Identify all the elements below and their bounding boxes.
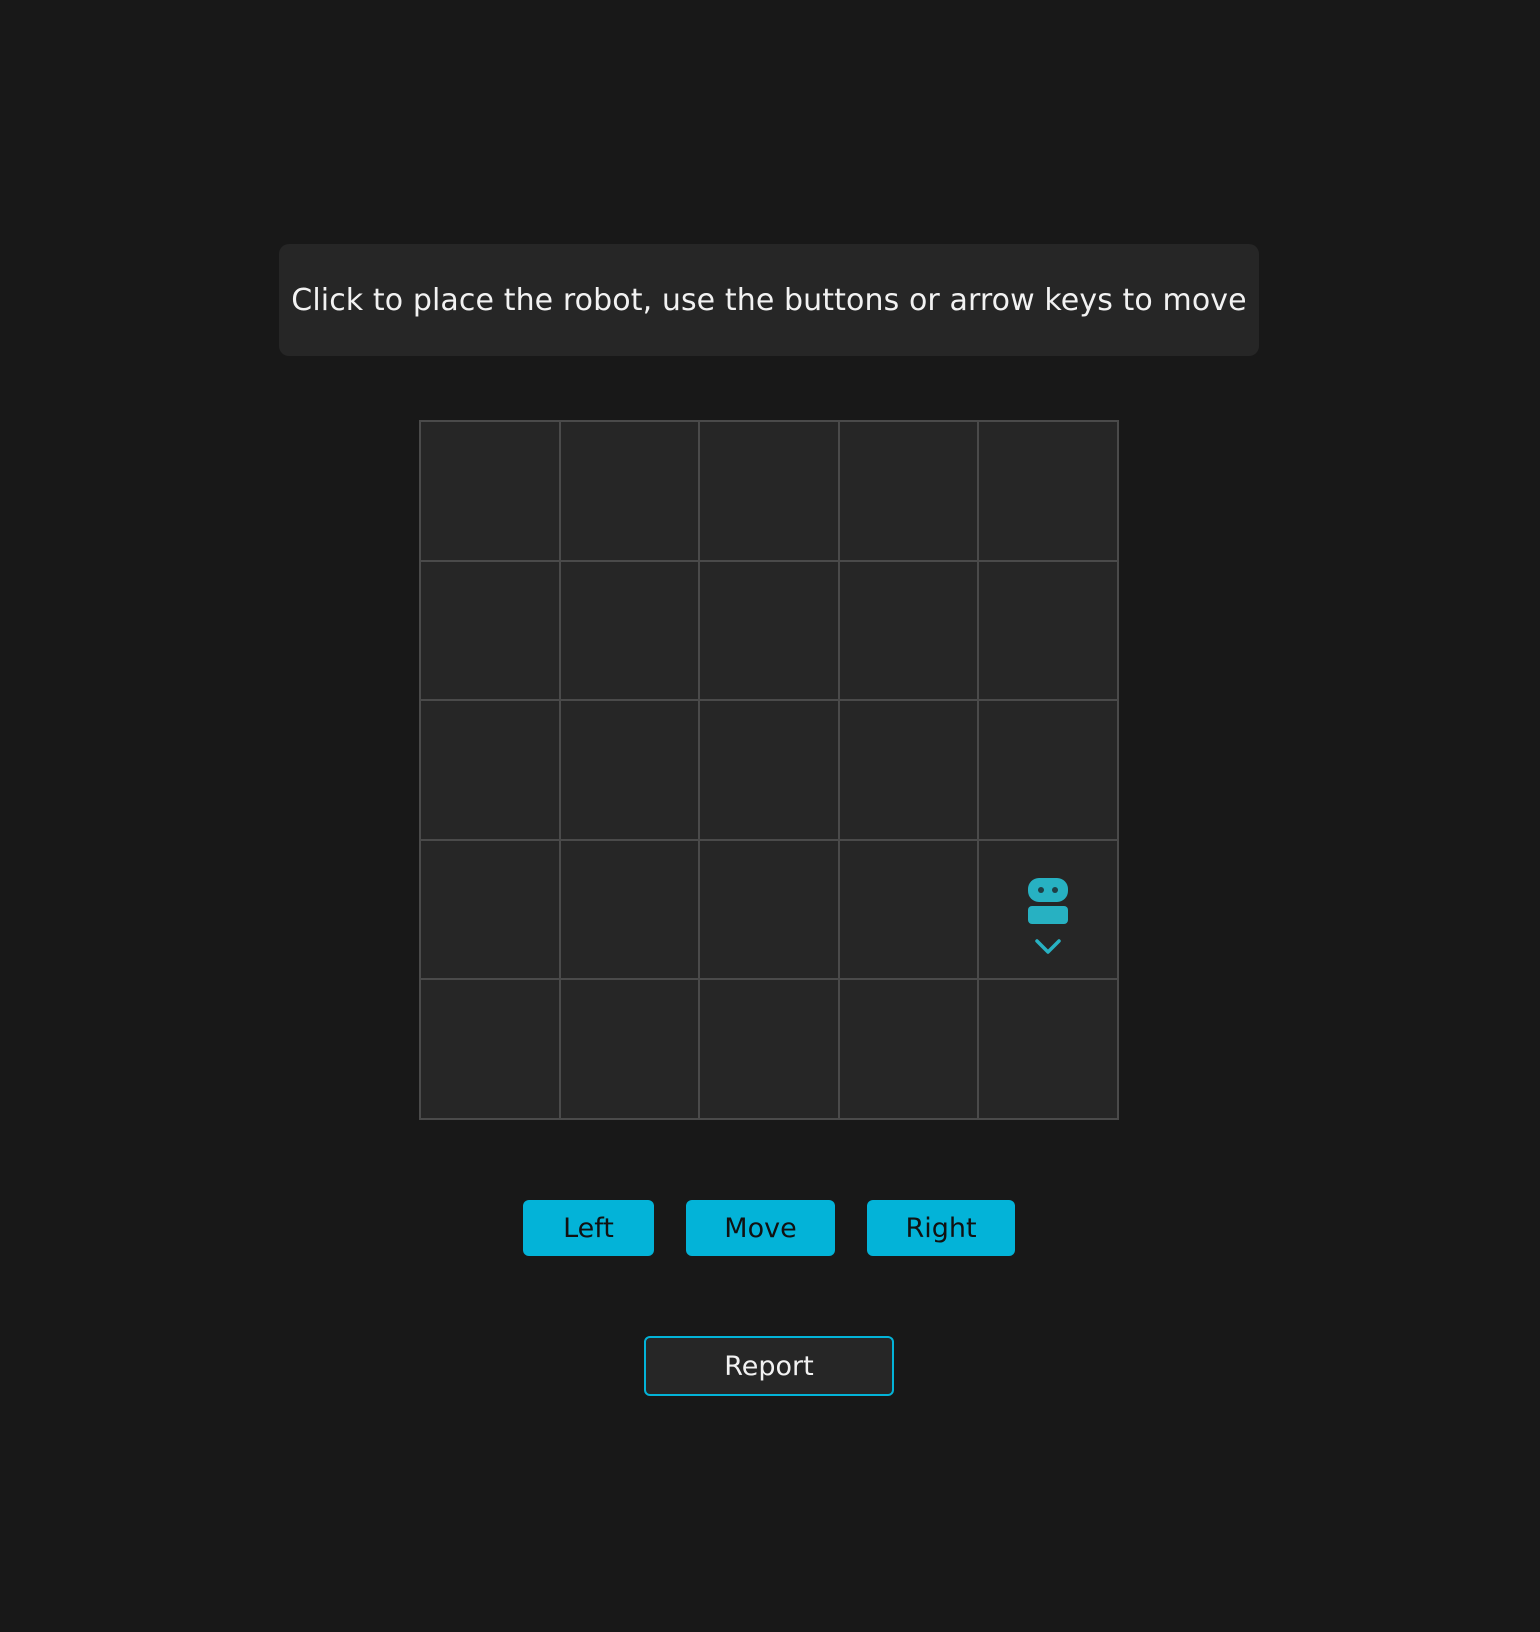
grid-cell[interactable] — [699, 839, 839, 980]
grid-cell[interactable] — [699, 700, 839, 840]
move-button[interactable]: Move — [686, 1200, 835, 1256]
grid-cell[interactable] — [699, 560, 839, 701]
grid-cell[interactable] — [559, 839, 700, 980]
grid-cell[interactable] — [699, 421, 839, 561]
chevron-down-icon — [1034, 938, 1062, 956]
grid-cell[interactable] — [559, 979, 700, 1119]
grid-cell[interactable] — [978, 421, 1118, 561]
grid-cell[interactable] — [559, 421, 700, 561]
grid-cell[interactable] — [838, 560, 979, 701]
grid-cell[interactable] — [420, 560, 560, 701]
grid-cell[interactable] — [559, 700, 700, 840]
grid-cell[interactable] — [420, 421, 560, 561]
board-grid — [419, 420, 1119, 1120]
robot — [1028, 877, 1069, 956]
grid-cell[interactable] — [838, 839, 979, 980]
instructions-banner: Click to place the robot, use the button… — [279, 244, 1259, 356]
controls: Left Move Right — [0, 1200, 1540, 1256]
grid-cell[interactable] — [420, 839, 560, 980]
grid-cell[interactable] — [978, 839, 1118, 980]
report-button[interactable]: Report — [644, 1336, 894, 1396]
grid-cell[interactable] — [838, 979, 979, 1119]
grid-cell[interactable] — [838, 421, 979, 561]
robot-icon — [1028, 877, 1069, 924]
grid-cell[interactable] — [978, 700, 1118, 840]
grid-cell[interactable] — [838, 700, 979, 840]
grid-cell[interactable] — [420, 979, 560, 1119]
grid-cell[interactable] — [978, 979, 1118, 1119]
grid-cell[interactable] — [978, 560, 1118, 701]
right-button[interactable]: Right — [867, 1200, 1015, 1256]
grid-cell[interactable] — [420, 700, 560, 840]
robot-simulator-app: Click to place the robot, use the button… — [0, 0, 1540, 1632]
instructions-text: Click to place the robot, use the button… — [291, 282, 1247, 318]
grid-cell[interactable] — [699, 979, 839, 1119]
grid-cell[interactable] — [559, 560, 700, 701]
left-button[interactable]: Left — [523, 1200, 654, 1256]
